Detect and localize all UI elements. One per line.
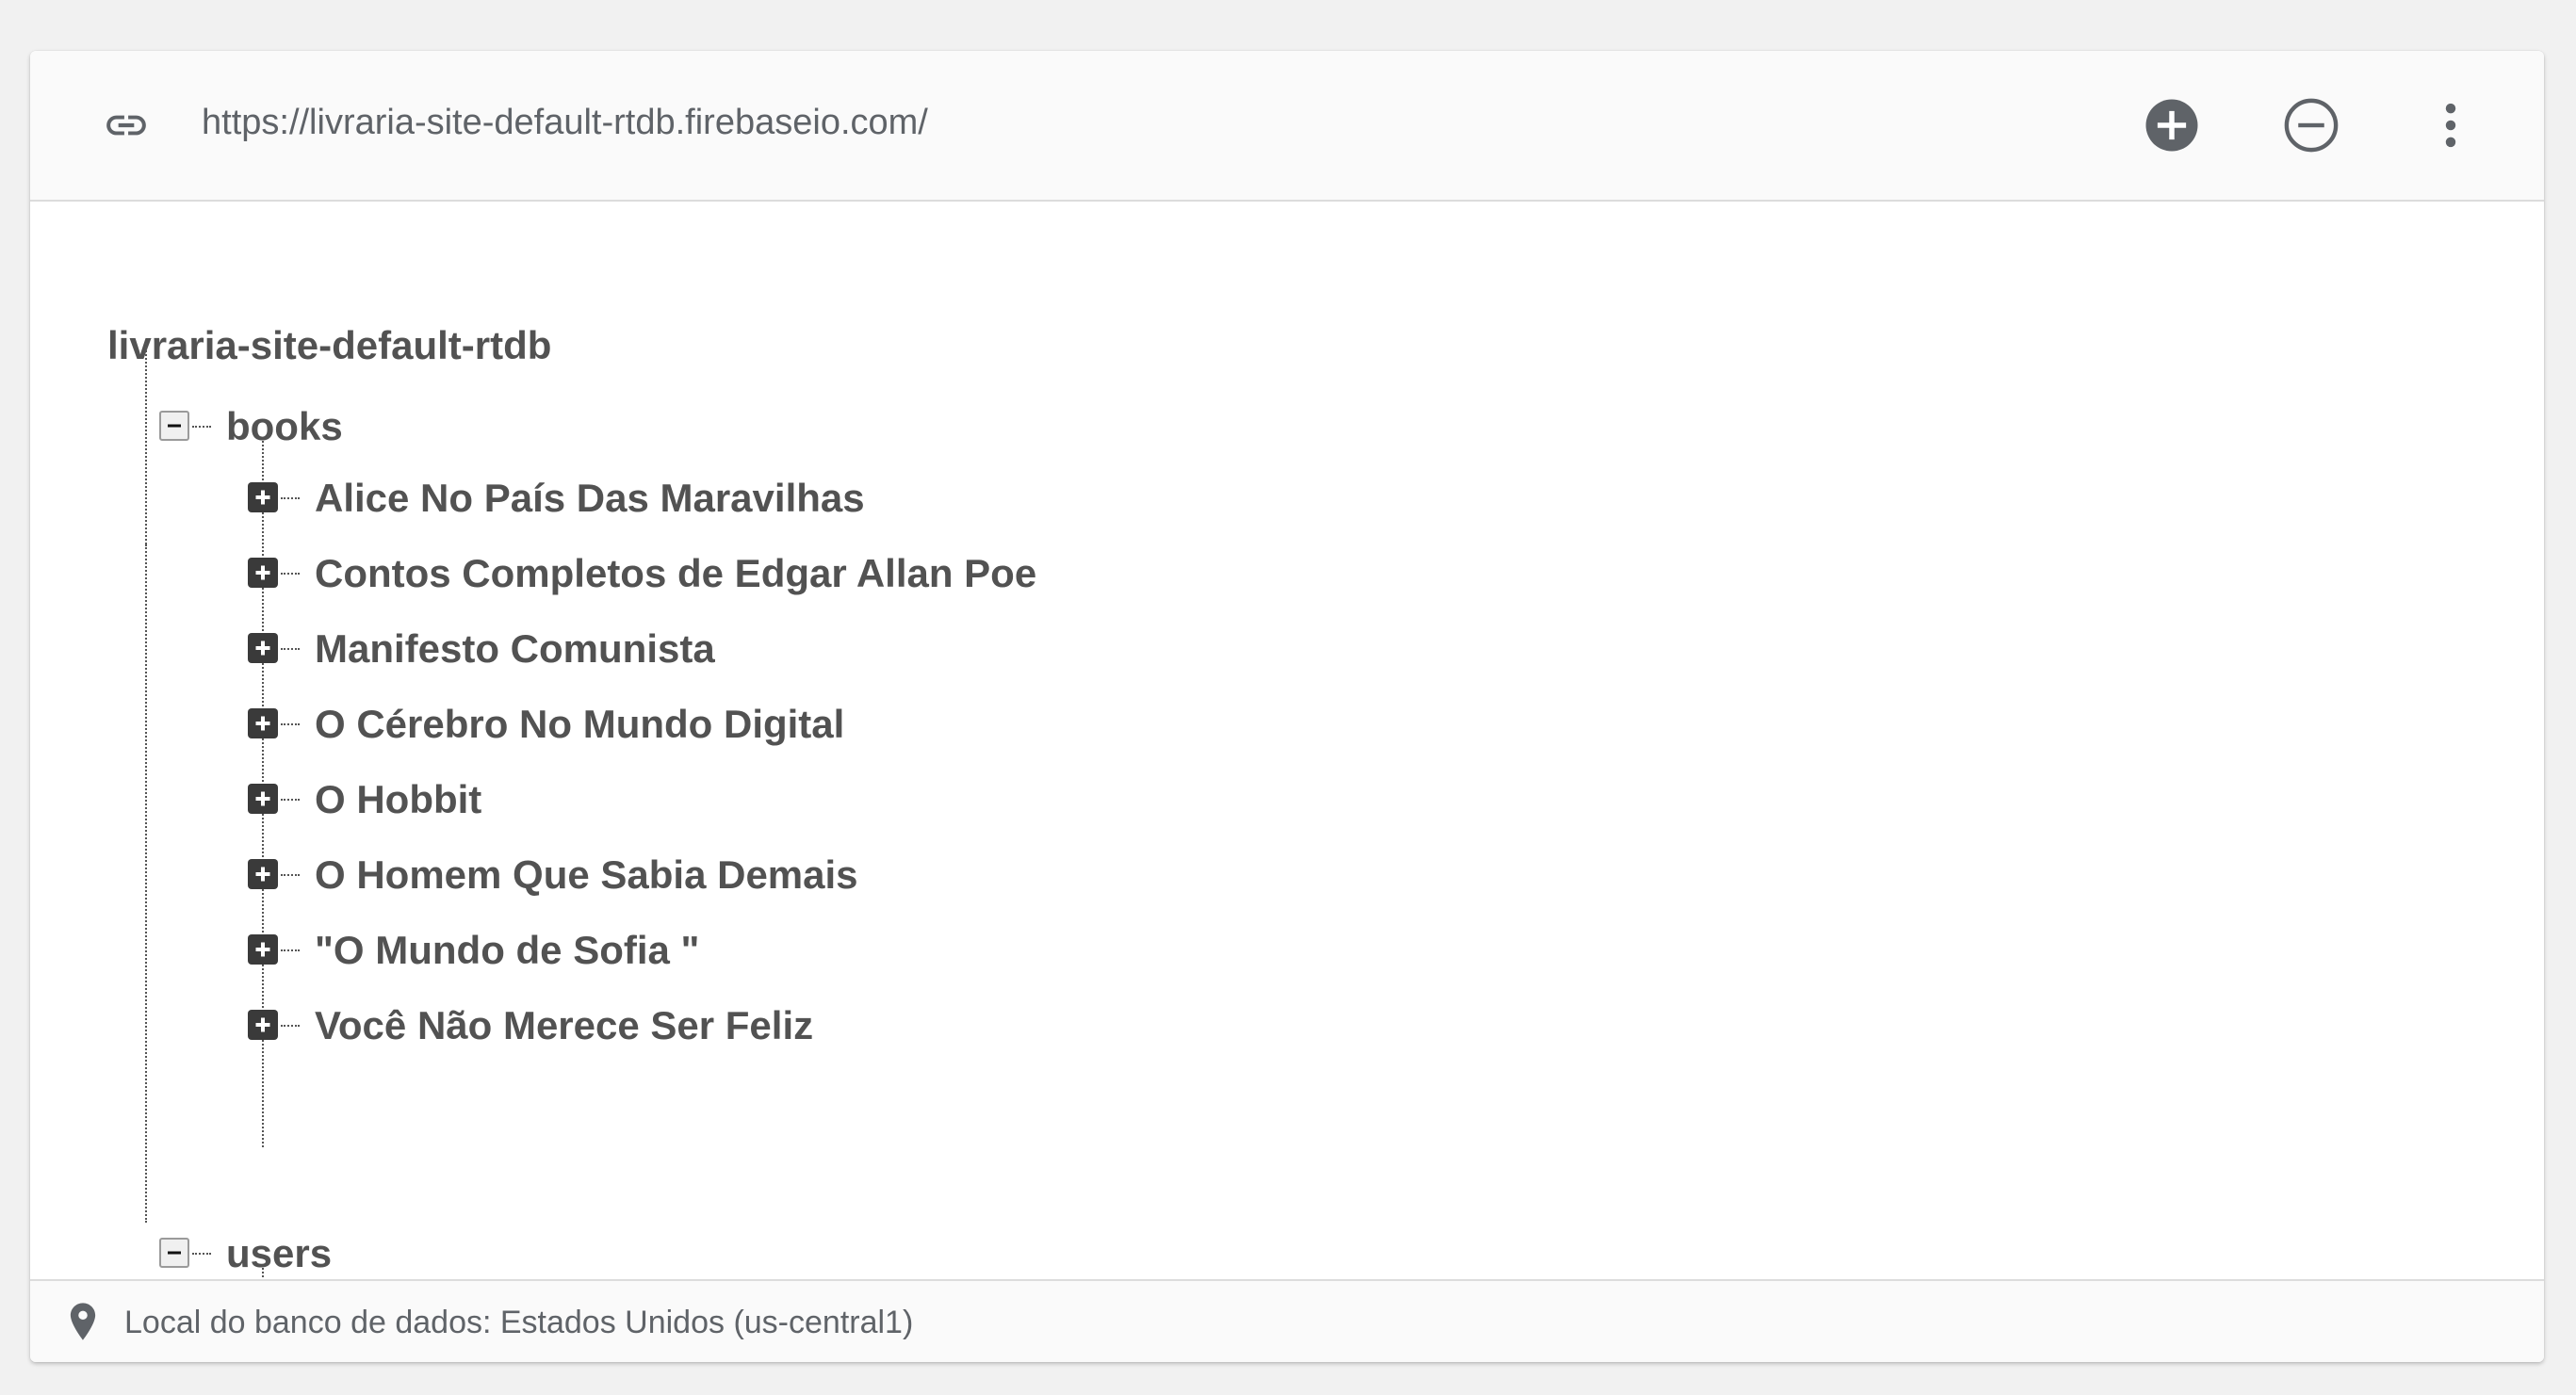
- tree-node-item[interactable]: O Hobbit: [315, 780, 481, 819]
- url-toolbar: https://livraria-site-default-rtdb.fireb…: [30, 51, 2544, 202]
- footer: Local do banco de dados: Estados Unidos …: [30, 1279, 2544, 1362]
- tree-node-users[interactable]: users: [226, 1234, 332, 1273]
- users-collapse-toggle[interactable]: [159, 1238, 189, 1268]
- tree-connector: [281, 648, 300, 650]
- tree-connector: [281, 723, 300, 725]
- expand-toggle[interactable]: [248, 784, 278, 814]
- plus-icon: [255, 641, 270, 656]
- link-icon: [106, 115, 146, 136]
- tree-node-books[interactable]: books: [226, 407, 343, 446]
- plus-icon: [255, 716, 270, 731]
- location-pin-icon: [70, 1303, 96, 1340]
- tree-node-item[interactable]: Alice No País Das Maravilhas: [315, 479, 865, 518]
- minus-icon: [168, 424, 181, 428]
- tree-connector: [281, 799, 300, 801]
- tree-connector: [145, 343, 147, 544]
- expand-toggle[interactable]: [248, 1010, 278, 1040]
- expand-toggle[interactable]: [248, 859, 278, 889]
- expand-toggle[interactable]: [248, 482, 278, 512]
- database-url[interactable]: https://livraria-site-default-rtdb.fireb…: [202, 100, 928, 146]
- tree-node-item[interactable]: Manifesto Comunista: [315, 629, 715, 669]
- remove-circle-icon: [2284, 98, 2339, 153]
- expand-toggle[interactable]: [248, 558, 278, 588]
- tree-connector: [281, 573, 300, 575]
- more-vert-icon: [2445, 103, 2456, 148]
- books-collapse-toggle[interactable]: [159, 411, 189, 441]
- tree-connector: [192, 426, 211, 428]
- database-location: Local do banco de dados: Estados Unidos …: [124, 1305, 914, 1340]
- tree-connector: [281, 874, 300, 876]
- tree-connector: [192, 1253, 211, 1255]
- tree-connector: [145, 544, 147, 1223]
- add-circle-icon: [2145, 99, 2198, 152]
- plus-icon: [255, 490, 270, 505]
- plus-icon: [255, 1017, 270, 1032]
- minus-icon: [168, 1251, 181, 1255]
- tree-node-item[interactable]: Você Não Merece Ser Feliz: [315, 1006, 813, 1046]
- expand-toggle[interactable]: [248, 934, 278, 965]
- tree-connector: [281, 1025, 300, 1027]
- database-panel: https://livraria-site-default-rtdb.fireb…: [30, 51, 2544, 1362]
- tree-root-label[interactable]: livraria-site-default-rtdb: [107, 326, 551, 365]
- tree-node-item[interactable]: O Homem Que Sabia Demais: [315, 855, 858, 895]
- plus-icon: [255, 942, 270, 957]
- tree-node-item[interactable]: O Cérebro No Mundo Digital: [315, 705, 844, 744]
- tree-node-item[interactable]: Contos Completos de Edgar Allan Poe: [315, 554, 1036, 593]
- plus-icon: [255, 565, 270, 580]
- remove-button[interactable]: [2280, 94, 2342, 156]
- more-options-button[interactable]: [2420, 94, 2482, 156]
- add-button[interactable]: [2141, 94, 2203, 156]
- tree-connector: [281, 497, 300, 499]
- tree-node-item[interactable]: "O Mundo de Sofia ": [315, 931, 699, 970]
- plus-icon: [255, 791, 270, 806]
- data-tree: livraria-site-default-rtdb books users A…: [30, 200, 2544, 1345]
- expand-toggle[interactable]: [248, 708, 278, 738]
- tree-connector: [281, 949, 300, 951]
- plus-icon: [255, 867, 270, 882]
- expand-toggle[interactable]: [248, 633, 278, 663]
